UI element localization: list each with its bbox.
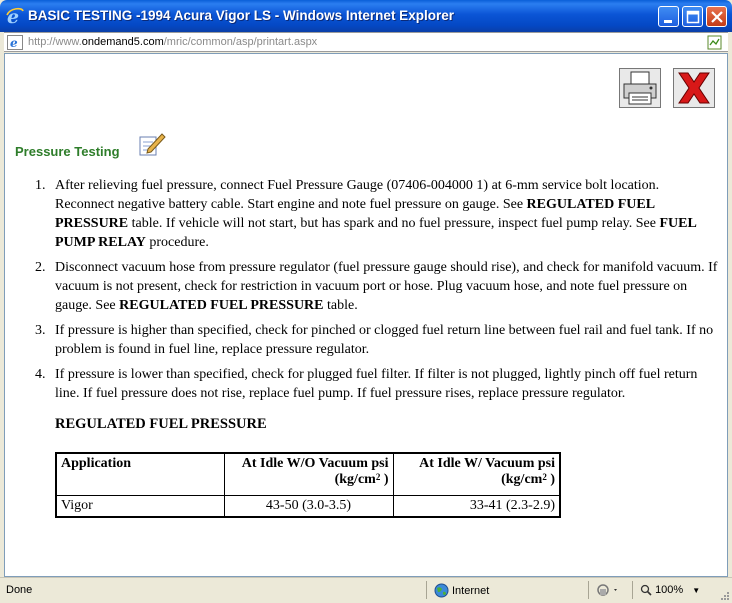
cell-idle-w-vacuum: 33-41 (2.3-2.9)	[392, 494, 561, 517]
step-number: 2.	[35, 260, 46, 275]
ie-logo-icon: e	[6, 6, 24, 26]
header-application: Application	[55, 452, 225, 496]
zoom-level: 100%	[655, 584, 684, 597]
print-button[interactable]	[619, 68, 661, 108]
table-row: Vigor 43-50 (3.0-3.5) 33-41 (2.3-2.9)	[55, 494, 561, 517]
close-window-button[interactable]	[706, 6, 727, 27]
header-idle-w-vacuum: At Idle W/ Vacuum psi (kg/cm2 )	[392, 452, 561, 496]
step-text: If pressure is higher than specified, ch…	[55, 323, 714, 357]
maximize-icon	[686, 10, 700, 24]
printer-icon	[623, 71, 657, 105]
magnifier-icon	[640, 584, 652, 596]
status-text: Done	[6, 584, 33, 596]
maximize-button[interactable]	[682, 6, 703, 27]
resize-grip-icon[interactable]	[720, 591, 730, 601]
title-bar[interactable]: e BASIC TESTING -1994 Acura Vigor LS - W…	[0, 0, 732, 32]
header-idle-wo-vacuum: At Idle W/O Vacuum psi (kg/cm2 )	[223, 452, 394, 496]
address-url[interactable]: http://www.ondemand5.com/mric/common/asp…	[28, 36, 317, 48]
step-text: procedure.	[145, 235, 209, 250]
regulated-fuel-pressure-table: Application At Idle W/O Vacuum psi (kg/cm…	[55, 452, 561, 518]
step-number: 4.	[35, 367, 46, 382]
notepad-pencil-icon	[139, 133, 166, 156]
protected-mode-icon	[597, 584, 617, 596]
step-number: 3.	[35, 323, 46, 338]
table-header-row: Application At Idle W/O Vacuum psi (kg/cm…	[55, 452, 561, 496]
zone-label: Internet	[452, 584, 490, 597]
section-title: Pressure Testing	[15, 144, 120, 159]
testing-steps: 1. After relieving fuel pressure, connect…	[15, 176, 721, 409]
step-text: If pressure is lower than specified, che…	[55, 367, 698, 401]
status-bar: Done Internet 100% ▼	[0, 577, 732, 603]
step-text: table.	[323, 298, 358, 313]
table-title: REGULATED FUEL PRESSURE	[55, 416, 267, 432]
close-icon	[711, 11, 723, 23]
protected-mode-button[interactable]	[596, 583, 620, 601]
status-separator	[632, 581, 633, 599]
minimize-icon	[664, 20, 672, 23]
page-report-icon[interactable]	[707, 35, 722, 50]
list-item: 3. If pressure is higher than specified, …	[15, 321, 721, 359]
step-text: table. If vehicle will not start, but ha…	[128, 216, 660, 231]
close-page-button[interactable]	[673, 68, 715, 108]
list-item: 4. If pressure is lower than specified, c…	[15, 365, 721, 403]
red-x-close-icon	[678, 72, 710, 104]
step-number: 1.	[35, 178, 46, 193]
page-content[interactable]: Pressure Testing 1. After relieving fuel …	[4, 53, 728, 577]
cell-application: Vigor	[55, 494, 225, 517]
globe-icon	[434, 583, 449, 598]
status-separator	[426, 581, 427, 599]
cell-idle-wo-vacuum: 43-50 (3.0-3.5)	[223, 494, 394, 517]
minimize-button[interactable]	[658, 6, 679, 27]
page-ie-icon: e	[7, 35, 23, 50]
zoom-control[interactable]: 100% ▼	[640, 584, 700, 596]
status-separator	[588, 581, 589, 599]
step-reference: REGULATED FUEL PRESSURE	[119, 298, 324, 313]
list-item: 1. After relieving fuel pressure, connect…	[15, 176, 721, 252]
svg-text:e: e	[10, 36, 18, 50]
address-bar[interactable]: e http://www.ondemand5.com/mric/common/a…	[4, 32, 728, 52]
list-item: 2. Disconnect vacuum hose from pressure r…	[15, 258, 721, 315]
window-title: BASIC TESTING -1994 Acura Vigor LS - Win…	[28, 8, 454, 23]
security-zone[interactable]: Internet	[434, 583, 489, 598]
chevron-down-icon: ▼	[692, 586, 701, 595]
